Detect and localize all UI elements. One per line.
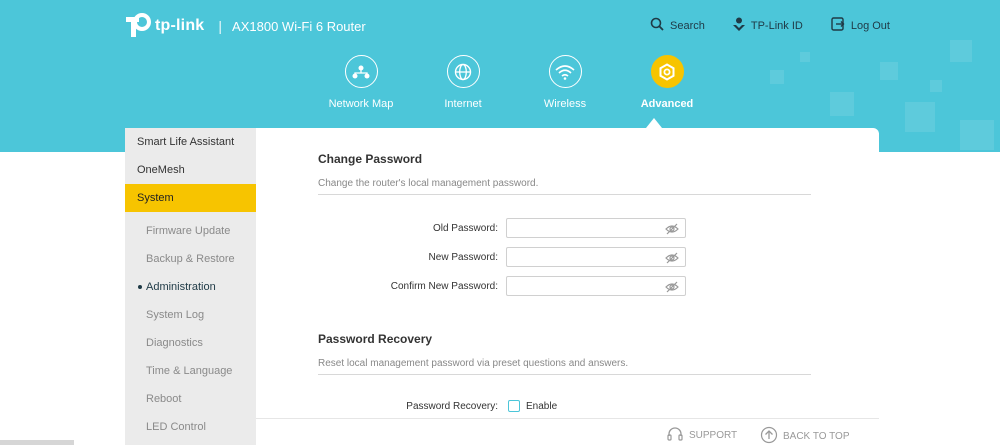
new-password-field xyxy=(506,247,686,269)
nav-network-map-label: Network Map xyxy=(328,98,394,110)
sidebar-item-led-control[interactable]: LED Control xyxy=(125,413,256,441)
logout-link[interactable]: Log Out xyxy=(831,17,890,34)
main-content: Change Password Change the router's loca… xyxy=(256,128,879,418)
password-recovery-title: Password Recovery xyxy=(318,332,433,346)
nav-wireless[interactable]: Wireless xyxy=(514,55,616,110)
headset-icon xyxy=(666,426,689,445)
search-link[interactable]: Search xyxy=(650,17,705,34)
sidebar-item-onemesh[interactable]: OneMesh xyxy=(125,156,256,184)
sidebar-item-smart-life[interactable]: Smart Life Assistant xyxy=(125,128,256,156)
brand-logo[interactable]: tp-link | AX1800 Wi-Fi 6 Router xyxy=(125,12,366,40)
new-password-input[interactable] xyxy=(507,249,657,268)
nav-internet[interactable]: Internet xyxy=(412,55,514,110)
top-links: Search TP-Link ID Log Out xyxy=(650,17,918,34)
logout-label: Log Out xyxy=(850,19,890,32)
confirm-password-label: Confirm New Password: xyxy=(390,281,498,292)
tplink-id-icon xyxy=(732,17,751,34)
scroll-indicator xyxy=(0,440,74,445)
nav-advanced[interactable]: Advanced xyxy=(616,55,718,110)
sidebar-item-administration[interactable]: Administration xyxy=(125,273,256,301)
gear-icon xyxy=(650,55,684,88)
section-divider xyxy=(318,194,811,195)
router-model: AX1800 Wi-Fi 6 Router xyxy=(232,18,366,34)
arrow-up-icon xyxy=(760,426,783,445)
sidebar-item-reboot[interactable]: Reboot xyxy=(125,385,256,413)
page-footer: SUPPORT BACK TO TOP xyxy=(256,418,879,445)
sidebar-item-system[interactable]: System xyxy=(125,184,256,212)
nav-network-map[interactable]: Network Map xyxy=(310,55,412,110)
back-to-top-link[interactable]: BACK TO TOP xyxy=(760,426,850,445)
tplink-id-label: TP-Link ID xyxy=(750,19,803,32)
tplink-id-link[interactable]: TP-Link ID xyxy=(732,17,803,34)
password-recovery-label: Password Recovery: xyxy=(406,401,498,412)
sidebar-item-system-log[interactable]: System Log xyxy=(125,301,256,329)
password-recovery-description: Reset local management password via pres… xyxy=(318,358,629,369)
nav-internet-label: Internet xyxy=(444,98,482,110)
old-password-field xyxy=(506,218,686,240)
main-nav: Network Map Internet Wireless Advanced xyxy=(310,55,718,110)
sidebar-item-administration-label: Administration xyxy=(146,281,216,293)
sidebar: Smart Life Assistant OneMesh System Firm… xyxy=(125,128,256,445)
eye-slash-icon[interactable] xyxy=(665,280,679,298)
support-link[interactable]: SUPPORT xyxy=(666,426,737,445)
support-label: SUPPORT xyxy=(689,430,738,441)
nav-advanced-label: Advanced xyxy=(640,98,694,110)
wifi-icon xyxy=(548,55,582,88)
logo-separator: | xyxy=(218,18,223,34)
enable-label[interactable]: Enable xyxy=(526,401,557,412)
network-map-icon xyxy=(344,55,378,88)
search-label: Search xyxy=(670,19,705,32)
password-recovery-checkbox[interactable] xyxy=(508,400,520,412)
old-password-label: Old Password: xyxy=(432,223,498,234)
section-divider xyxy=(318,374,811,375)
confirm-password-input[interactable] xyxy=(507,278,657,297)
confirm-password-field xyxy=(506,276,686,298)
logout-icon xyxy=(831,17,851,34)
sidebar-item-diagnostics[interactable]: Diagnostics xyxy=(125,329,256,357)
logo-text: tp-link xyxy=(155,17,205,34)
nav-active-pointer xyxy=(646,118,662,128)
search-icon xyxy=(650,17,670,34)
sidebar-item-firmware-update[interactable]: Firmware Update xyxy=(125,217,256,245)
sidebar-item-time-language[interactable]: Time & Language xyxy=(125,357,256,385)
eye-slash-icon[interactable] xyxy=(665,251,679,269)
globe-icon xyxy=(446,55,480,88)
change-password-title: Change Password xyxy=(318,152,423,166)
active-dot xyxy=(138,285,142,289)
change-password-description: Change the router's local management pas… xyxy=(318,178,539,189)
new-password-label: New Password: xyxy=(428,252,498,263)
back-to-top-label: BACK TO TOP xyxy=(783,431,850,442)
nav-wireless-label: Wireless xyxy=(543,98,587,110)
sidebar-item-backup-restore[interactable]: Backup & Restore xyxy=(125,245,256,273)
tplink-logo-icon xyxy=(125,13,151,39)
eye-slash-icon[interactable] xyxy=(665,222,679,240)
old-password-input[interactable] xyxy=(507,220,657,239)
